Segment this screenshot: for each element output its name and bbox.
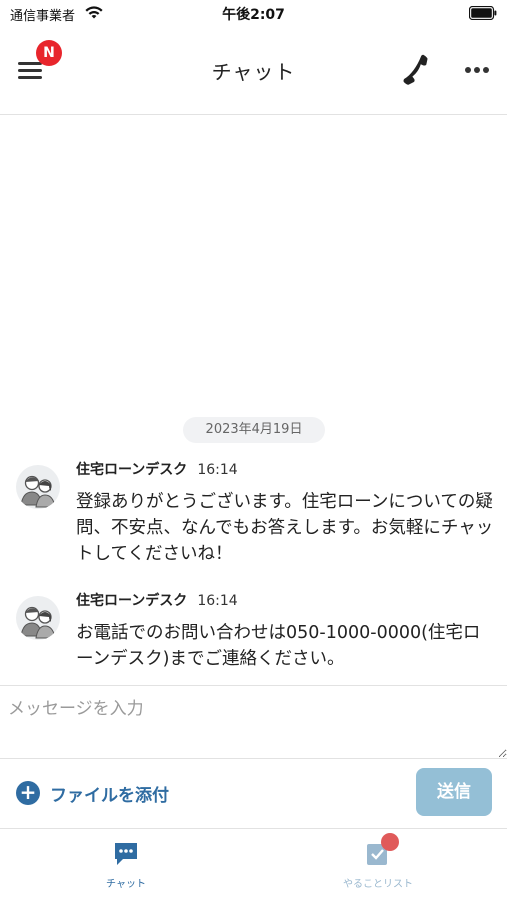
phone-icon xyxy=(403,54,428,85)
agent-avatar-icon xyxy=(20,475,56,508)
date-separator: 2023年4月19日 xyxy=(183,417,325,443)
message-composer xyxy=(0,685,507,759)
plus-circle-icon: + xyxy=(16,781,40,805)
message-input[interactable] xyxy=(0,686,507,758)
message-text: 登録ありがとうございます。住宅ローンについての疑問、不安点、なんでもお答えします… xyxy=(76,492,494,564)
chat-bubble-icon xyxy=(113,841,139,867)
send-button[interactable]: 送信 xyxy=(416,768,492,816)
battery-icon xyxy=(469,6,497,20)
tab-bar: チャット やることリスト xyxy=(0,829,507,900)
tab-todo-label: やることリスト xyxy=(343,879,413,890)
tab-chat[interactable]: チャット xyxy=(56,837,196,890)
status-bar: 通信事業者 午後2:07 xyxy=(0,0,507,28)
message-sender: 住宅ローンデスク xyxy=(76,462,188,478)
composer-actions: + ファイルを添付 送信 xyxy=(0,758,507,829)
call-button[interactable] xyxy=(398,52,434,88)
avatar xyxy=(16,465,60,509)
tab-todo-list[interactable]: やることリスト xyxy=(308,833,448,890)
agent-avatar-icon xyxy=(20,606,56,639)
message-sender: 住宅ローンデスク xyxy=(76,593,188,609)
more-icon xyxy=(465,67,489,73)
tab-chat-label: チャット xyxy=(106,879,146,890)
status-time: 午後2:07 xyxy=(222,7,285,23)
app-header: N チャット xyxy=(0,28,507,115)
attach-file-button[interactable]: + ファイルを添付 xyxy=(16,780,169,806)
avatar xyxy=(16,596,60,640)
message-time: 16:14 xyxy=(197,593,238,609)
message-text: お電話でのお問い合わせは050-1000-0000(住宅ローンデスク)までご連絡… xyxy=(76,623,481,669)
todo-notification-dot xyxy=(381,833,399,851)
chat-area[interactable]: 2023年4月19日 住宅ローンデスク 16:14 登録ありがとうございます。住宅… xyxy=(0,115,507,685)
more-options-button[interactable] xyxy=(460,58,494,82)
message-time: 16:14 xyxy=(197,462,238,478)
checklist-icon xyxy=(365,833,399,867)
attach-file-label: ファイルを添付 xyxy=(50,785,169,806)
